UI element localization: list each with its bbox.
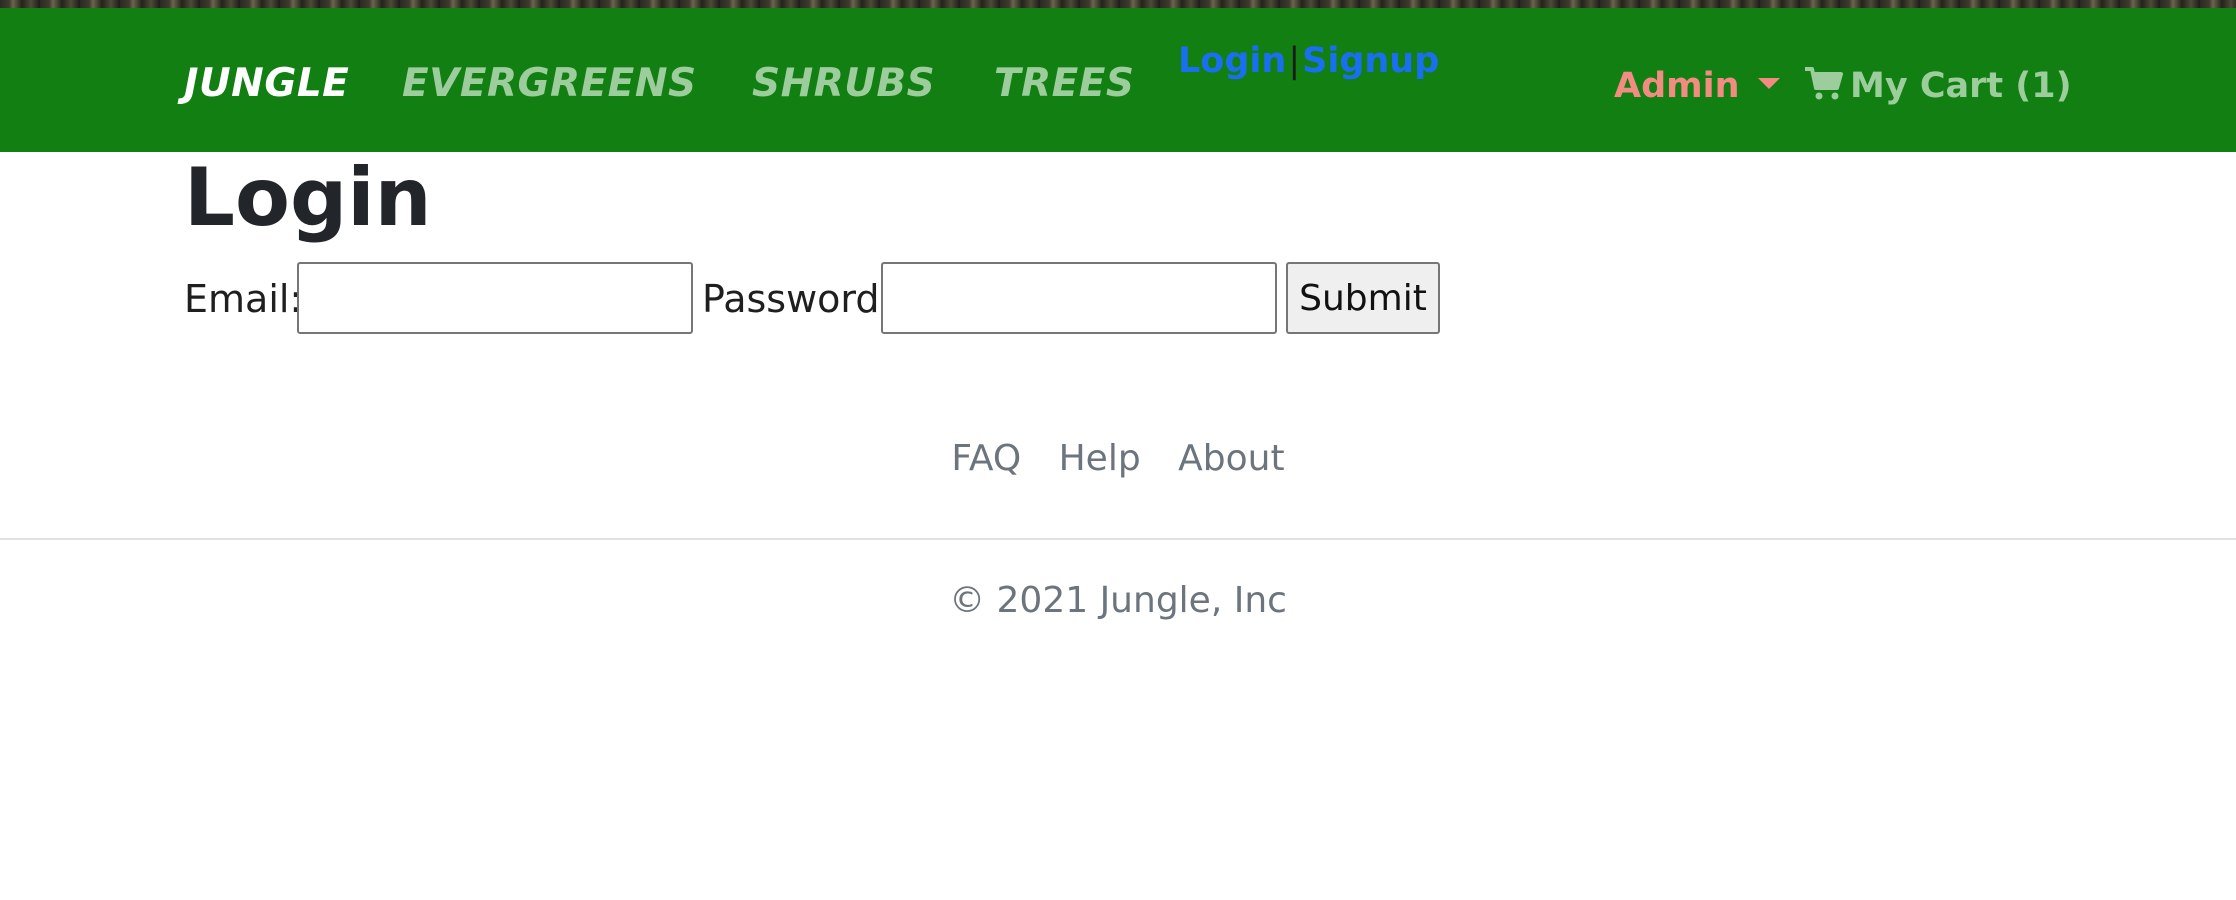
footer-link-help[interactable]: Help: [1059, 438, 1141, 479]
auth-separator: |: [1288, 41, 1301, 81]
header-background-image: [0, 0, 2236, 8]
password-label: Password:: [702, 277, 893, 321]
signup-link[interactable]: Signup: [1302, 41, 1439, 81]
nav-link-trees[interactable]: TREES: [994, 60, 1135, 108]
nav-link-evergreens[interactable]: EVERGREENS: [402, 60, 697, 108]
login-link[interactable]: Login: [1178, 41, 1286, 81]
nav-link-shrubs[interactable]: SHRUBS: [752, 60, 935, 108]
my-cart-link[interactable]: My Cart (1): [1804, 62, 2072, 110]
page-title: Login: [184, 151, 432, 244]
footer-link-faq[interactable]: FAQ: [951, 438, 1021, 479]
caret-down-icon: [1757, 77, 1780, 89]
email-label: Email:: [184, 277, 303, 321]
auth-links: Login|Signup: [1178, 38, 1439, 84]
password-field[interactable]: [881, 262, 1277, 334]
cart-label: My Cart (1): [1850, 66, 2072, 106]
admin-dropdown-toggle[interactable]: Admin: [1614, 62, 1780, 110]
top-navbar: JUNGLE EVERGREENS SHRUBS TREES Login|Sig…: [0, 8, 2236, 152]
email-field[interactable]: [297, 262, 693, 334]
shopping-cart-icon: [1805, 67, 1843, 100]
brand-logo-link[interactable]: JUNGLE: [184, 60, 349, 108]
copyright-text: © 2021 Jungle, Inc: [949, 580, 1287, 621]
footer-links: FAQ Help About: [0, 432, 2236, 486]
admin-label: Admin: [1614, 66, 1740, 106]
footer-divider: [0, 538, 2236, 540]
footer-link-about[interactable]: About: [1178, 438, 1284, 479]
submit-button[interactable]: Submit: [1286, 262, 1440, 334]
